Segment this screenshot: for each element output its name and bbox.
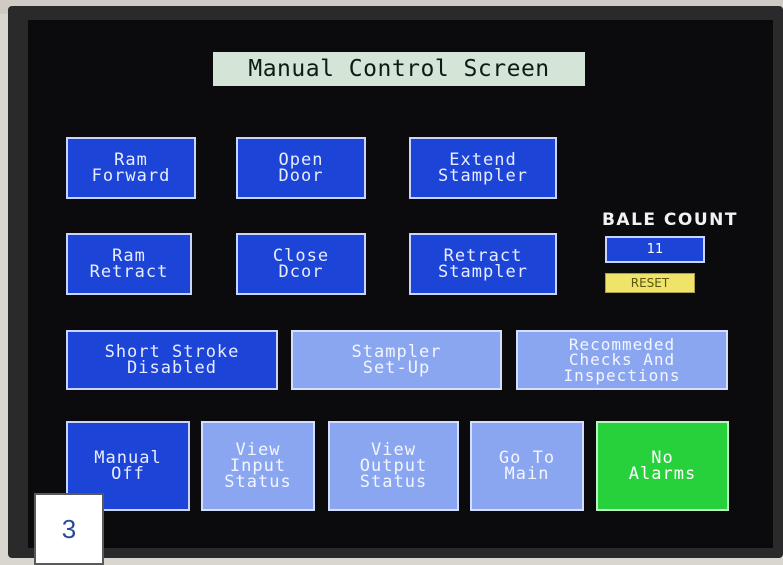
extend-stampler-button[interactable]: Extend Stampler: [409, 137, 557, 199]
stampler-setup-button[interactable]: Stampler Set-Up: [291, 330, 502, 390]
photo-background: Manual Control Screen Ram Forward Open D…: [0, 0, 783, 565]
ram-retract-button[interactable]: Ram Retract: [66, 233, 192, 295]
bale-count-value: 11: [605, 236, 705, 263]
short-stroke-button[interactable]: Short Stroke Disabled: [66, 330, 278, 390]
view-output-status-button[interactable]: View Output Status: [328, 421, 459, 511]
figure-callout-number: 3: [34, 493, 104, 565]
ram-forward-button[interactable]: Ram Forward: [66, 137, 196, 199]
screen-title: Manual Control Screen: [213, 52, 585, 86]
retract-stampler-button[interactable]: Retract Stampler: [409, 233, 557, 295]
recommended-checks-button[interactable]: Recommeded Checks And Inspections: [516, 330, 728, 390]
go-to-main-button[interactable]: Go To Main: [470, 421, 584, 511]
view-input-status-button[interactable]: View Input Status: [201, 421, 315, 511]
open-door-button[interactable]: Open Door: [236, 137, 366, 199]
reset-button[interactable]: RESET: [605, 273, 695, 293]
no-alarms-indicator[interactable]: No Alarms: [596, 421, 729, 511]
bale-count-label: BALE COUNT: [601, 210, 738, 230]
close-door-button[interactable]: Close Dcor: [236, 233, 366, 295]
